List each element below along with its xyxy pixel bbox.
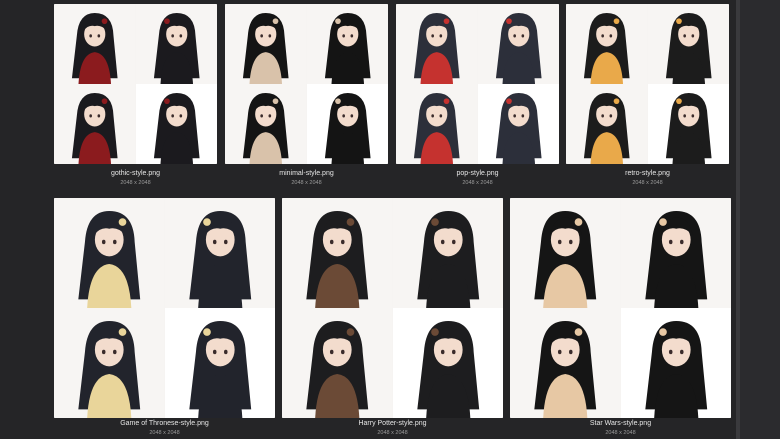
file-dimensions: 2048 x 2048 — [149, 430, 180, 436]
image-thumbnail[interactable] — [54, 198, 275, 418]
character-illustration — [282, 308, 393, 418]
image-thumbnail[interactable] — [510, 198, 731, 418]
character-illustration — [477, 84, 559, 164]
file-name: minimal-style.png — [279, 170, 334, 177]
character-illustration — [620, 198, 731, 308]
character-illustration — [164, 308, 275, 418]
image-thumbnail[interactable] — [396, 4, 559, 164]
character-illustration — [54, 4, 136, 84]
character-illustration — [135, 4, 217, 84]
thumbnail-panel-tr — [164, 198, 275, 308]
file-dimensions: 2048 x 2048 — [605, 430, 636, 436]
character-illustration — [306, 4, 388, 84]
character-illustration — [620, 308, 731, 418]
thumbnail-panel-bl — [510, 308, 621, 418]
thumbnail-panel-tr — [620, 198, 731, 308]
character-illustration — [510, 308, 621, 418]
thumbnail-panel-bl — [396, 84, 478, 164]
file-dimensions: 2048 x 2048 — [291, 180, 322, 186]
thumbnail-panel-br — [620, 308, 731, 418]
image-gallery: gothic-style.png 2048 x 2048 minimal-sty… — [0, 0, 736, 439]
character-illustration — [164, 198, 275, 308]
character-illustration — [135, 84, 217, 164]
character-illustration — [225, 84, 307, 164]
thumbnail-panel-tl — [282, 198, 393, 308]
character-illustration — [54, 198, 165, 308]
thumbnail-panel-br — [477, 84, 559, 164]
image-thumbnail[interactable] — [282, 198, 503, 418]
thumbnail-panel-tr — [477, 4, 559, 84]
thumbnail-panel-tl — [566, 4, 648, 84]
thumbnail-panel-bl — [54, 308, 165, 418]
file-dimensions: 2048 x 2048 — [462, 180, 493, 186]
thumbnail-panel-br — [392, 308, 503, 418]
character-illustration — [225, 4, 307, 84]
side-panel — [740, 0, 780, 439]
character-illustration — [392, 198, 503, 308]
character-illustration — [392, 308, 503, 418]
thumbnail-panel-br — [647, 84, 729, 164]
file-dimensions: 2048 x 2048 — [120, 180, 151, 186]
file-name: pop-style.png — [456, 170, 499, 177]
file-dimensions: 2048 x 2048 — [377, 430, 408, 436]
character-illustration — [54, 308, 165, 418]
thumbnail-panel-tr — [306, 4, 388, 84]
file-name: gothic-style.png — [110, 170, 161, 177]
image-thumbnail[interactable] — [225, 4, 388, 164]
character-illustration — [566, 4, 648, 84]
character-illustration — [566, 84, 648, 164]
character-illustration — [510, 198, 621, 308]
character-illustration — [54, 84, 136, 164]
thumbnail-panel-tl — [510, 198, 621, 308]
character-illustration — [282, 198, 393, 308]
thumbnail-panel-br — [306, 84, 388, 164]
thumbnail-panel-bl — [566, 84, 648, 164]
image-thumbnail[interactable] — [54, 4, 217, 164]
thumbnail-panel-tl — [225, 4, 307, 84]
file-name: Harry Potter-style.png — [358, 420, 427, 427]
thumbnail-panel-tl — [54, 198, 165, 308]
thumbnail-panel-tr — [135, 4, 217, 84]
character-illustration — [477, 4, 559, 84]
thumbnail-panel-bl — [282, 308, 393, 418]
thumbnail-panel-tr — [392, 198, 503, 308]
thumbnail-panel-bl — [225, 84, 307, 164]
character-illustration — [396, 84, 478, 164]
file-name: Star Wars-style.png — [589, 420, 652, 427]
file-dimensions: 2048 x 2048 — [632, 180, 663, 186]
character-illustration — [647, 4, 729, 84]
thumbnail-panel-tl — [396, 4, 478, 84]
thumbnail-panel-bl — [54, 84, 136, 164]
character-illustration — [306, 84, 388, 164]
file-name: retro-style.png — [625, 170, 670, 177]
file-name: Game of Thronese-style.png — [120, 420, 209, 427]
character-illustration — [647, 84, 729, 164]
thumbnail-panel-br — [135, 84, 217, 164]
thumbnail-panel-tr — [647, 4, 729, 84]
thumbnail-panel-br — [164, 308, 275, 418]
image-thumbnail[interactable] — [566, 4, 729, 164]
thumbnail-panel-tl — [54, 4, 136, 84]
character-illustration — [396, 4, 478, 84]
